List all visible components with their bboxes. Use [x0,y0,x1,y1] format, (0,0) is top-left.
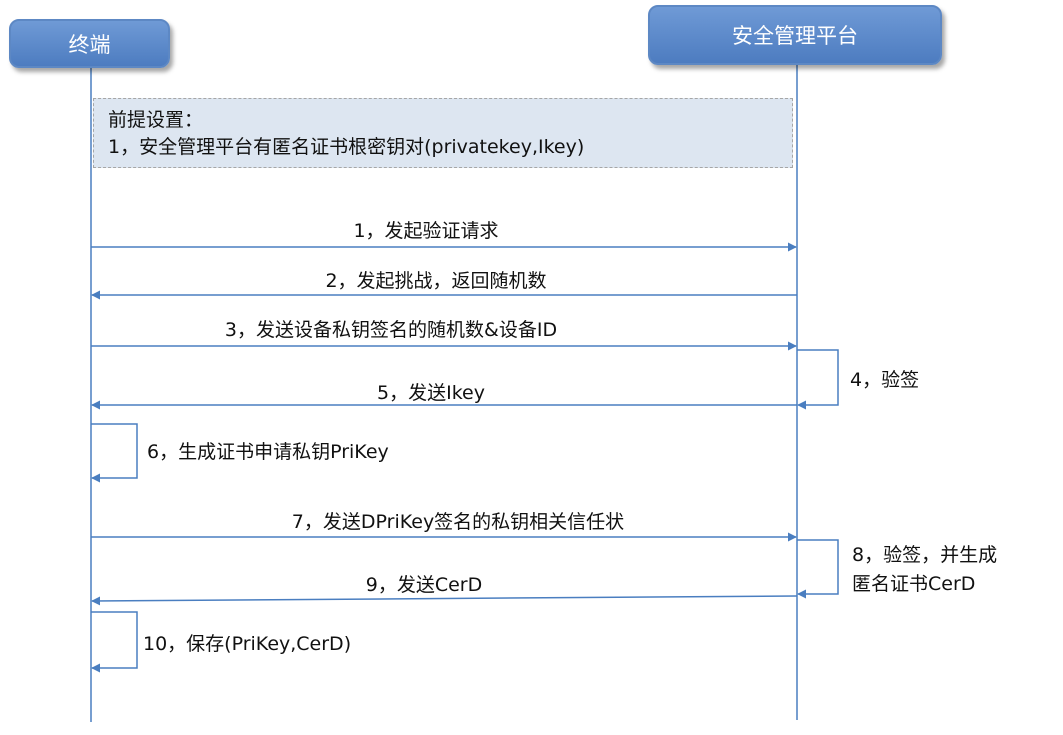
msg-5-label: 5，发送Ikey [377,382,485,404]
msg-8-label-line-2: 匿名证书CerD [852,573,976,595]
premise-line-1: 1，安全管理平台有匿名证书根密钥对(privatekey,Ikey) [108,136,585,158]
msg-2-label: 2，发起挑战，返回随机数 [325,270,547,292]
msg-10-label: 10，保存(PriKey,CerD) [143,633,352,655]
msg-7-label: 7，发送DPriKey签名的私钥相关信任状 [291,511,625,533]
premise-note: 前提设置： 1，安全管理平台有匿名证书根密钥对(privatekey,Ikey) [93,98,793,168]
actor-terminal: 终端 [9,19,170,68]
msg-10-self-arrow [91,611,138,673]
msg-3-label: 3，发送设备私钥签名的随机数&设备ID [224,319,558,341]
actor-platform-label: 安全管理平台 [732,24,858,48]
msg-4-self-arrow [797,349,839,410]
msg-6-label: 6，生成证书申请私钥PriKey [147,441,389,463]
msg-4-label: 4，验签 [850,369,920,391]
msg-6-self-arrow [91,423,138,483]
actor-terminal-label: 终端 [68,32,111,57]
msg-8-self-arrow [797,539,839,599]
msg-9-label: 9，发送CerD [365,574,483,596]
msg-1-label: 1，发起验证请求 [353,220,499,242]
actor-platform: 安全管理平台 [648,5,942,65]
premise-title: 前提设置： [108,109,204,131]
msg-8-label-line-1: 8，验签，并生成 [852,544,998,566]
